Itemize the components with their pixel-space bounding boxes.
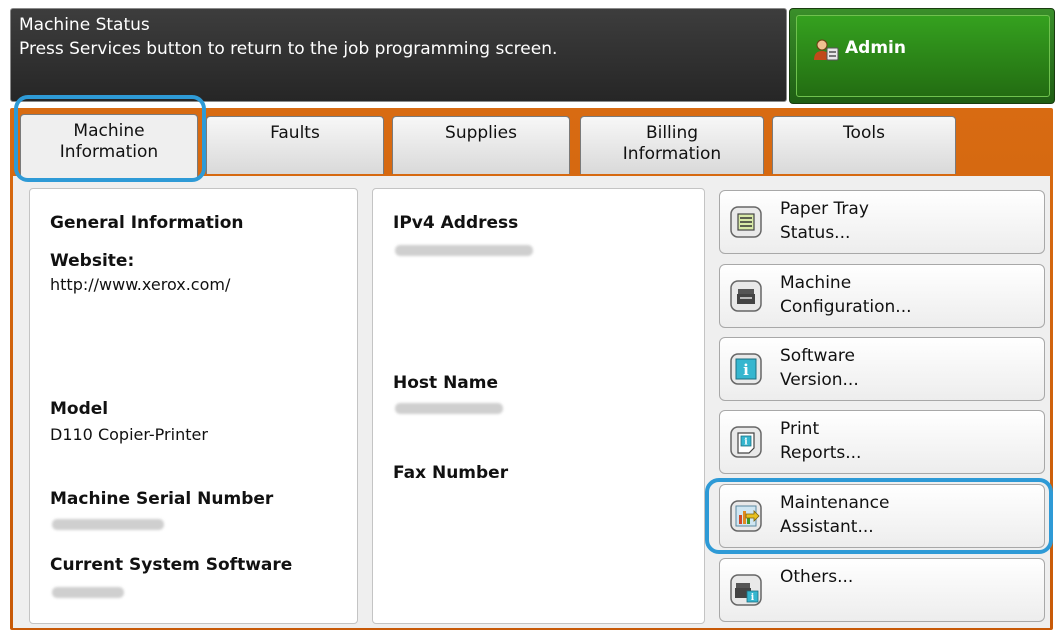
ipv4-address-value-redacted: [395, 245, 533, 256]
tab-label: Machine Information: [59, 121, 159, 162]
host-name-value-redacted: [395, 403, 503, 414]
software-version-label: Software Version...: [780, 346, 859, 390]
software-version-button[interactable]: i Software Version...: [719, 337, 1045, 401]
maintenance-assistant-label: Maintenance Assistant...: [780, 493, 890, 537]
print-reports-label: Print Reports...: [780, 419, 862, 463]
tab-supplies[interactable]: Supplies: [392, 116, 570, 174]
website-label: Website:: [50, 251, 135, 271]
tab-label: Supplies: [445, 123, 517, 143]
tab-label: Billing Information: [622, 123, 722, 164]
system-software-label: Current System Software: [50, 555, 293, 575]
maintenance-icon: [730, 500, 762, 532]
network-information-panel: IPv4 Address Host Name Fax Number: [372, 188, 705, 624]
machine-config-icon: [730, 280, 762, 312]
status-title: Machine Status: [19, 15, 150, 35]
others-button[interactable]: i Others...: [719, 558, 1045, 622]
tab-label: Tools: [843, 123, 885, 143]
admin-button-face[interactable]: Admin: [796, 15, 1050, 97]
admin-label: Admin: [845, 38, 906, 58]
print-reports-button[interactable]: i Print Reports...: [719, 410, 1045, 474]
serial-number-value-redacted: [52, 519, 164, 530]
tab-faults[interactable]: Faults: [206, 116, 384, 174]
fax-number-label: Fax Number: [393, 463, 509, 483]
svg-text:i: i: [744, 438, 748, 448]
tab-billing-information[interactable]: Billing Information: [580, 116, 764, 174]
svg-text:i: i: [751, 593, 755, 603]
print-reports-icon: i: [730, 426, 762, 458]
tab-label: Faults: [270, 123, 320, 143]
system-software-value-redacted: [52, 587, 124, 598]
host-name-label: Host Name: [393, 373, 499, 393]
others-icon: i: [730, 574, 762, 606]
model-label: Model: [50, 399, 109, 419]
info-icon: i: [730, 353, 762, 385]
others-label: Others...: [780, 567, 854, 587]
tab-machine-information[interactable]: Machine Information: [20, 114, 198, 178]
svg-text:i: i: [743, 361, 749, 379]
paper-tray-status-button[interactable]: Paper Tray Status...: [719, 190, 1045, 254]
status-message: Press Services button to return to the j…: [19, 39, 558, 59]
general-information-heading: General Information: [50, 213, 244, 233]
admin-login-button[interactable]: Admin: [789, 8, 1055, 104]
ipv4-address-label: IPv4 Address: [393, 213, 519, 233]
machine-status-bar: Machine Status Press Services button to …: [10, 8, 787, 102]
serial-number-label: Machine Serial Number: [50, 489, 274, 509]
maintenance-assistant-button[interactable]: Maintenance Assistant...: [719, 484, 1045, 548]
admin-user-icon: [814, 39, 839, 61]
general-information-panel: General Information Website: http://www.…: [29, 188, 358, 624]
model-value: D110 Copier-Printer: [50, 425, 208, 444]
paper-tray-status-label: Paper Tray Status...: [780, 199, 869, 243]
machine-configuration-label: Machine Configuration...: [780, 273, 912, 317]
website-value: http://www.xerox.com/: [50, 275, 231, 294]
paper-tray-icon: [730, 206, 762, 238]
machine-configuration-button[interactable]: Machine Configuration...: [719, 264, 1045, 328]
tab-tools[interactable]: Tools: [772, 116, 956, 174]
